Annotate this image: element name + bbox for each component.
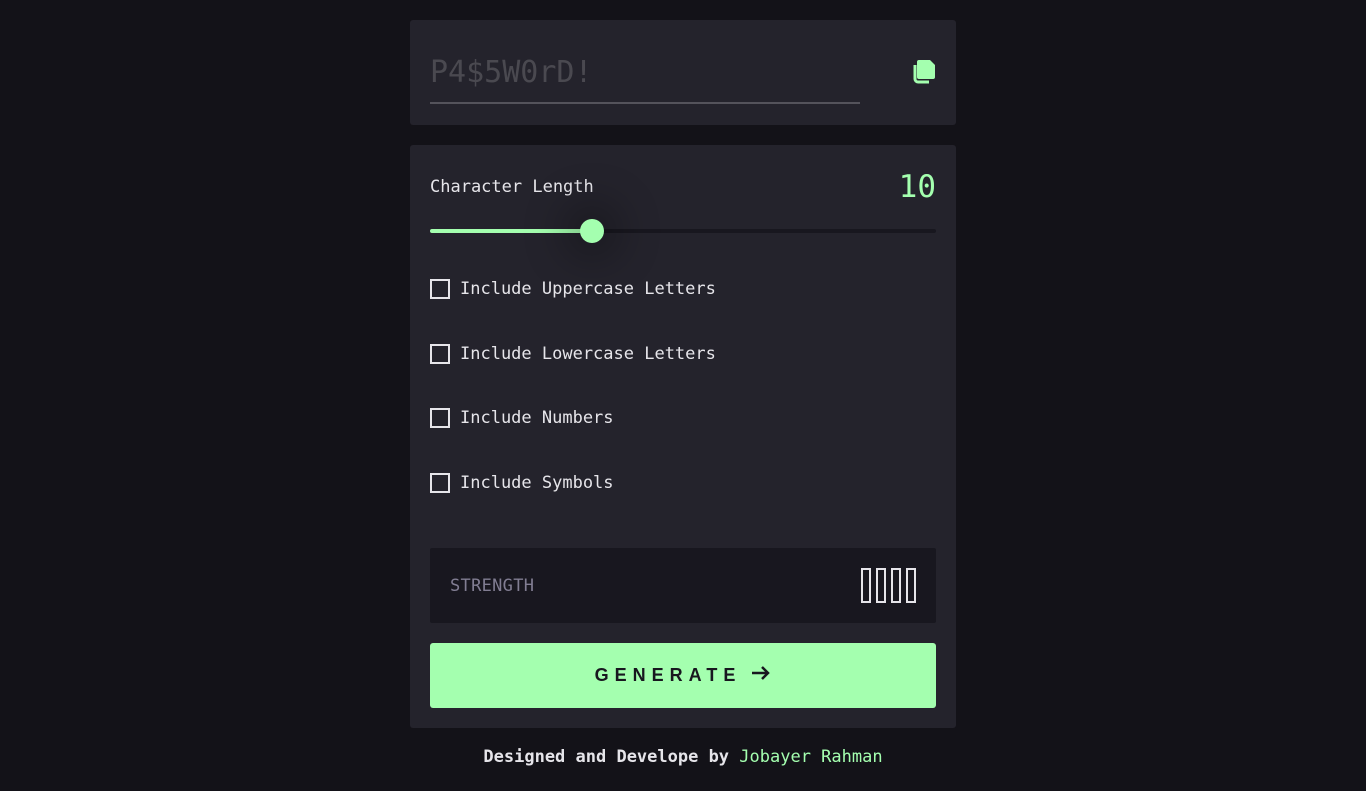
strength-bar xyxy=(891,568,901,603)
strength-bar xyxy=(861,568,871,603)
checkbox[interactable] xyxy=(430,472,450,493)
generate-button[interactable]: GENERATE xyxy=(430,643,936,708)
strength-bar xyxy=(876,568,886,603)
arrow-right-icon xyxy=(751,665,771,686)
checkbox[interactable] xyxy=(430,343,450,364)
footer-prefix: Designed and Develope by xyxy=(483,747,730,767)
options-list: Include Uppercase Letters Include Lowerc… xyxy=(430,277,936,495)
length-label: Character Length xyxy=(430,177,594,197)
footer-author-link[interactable]: Jobayer Rahman xyxy=(739,747,882,767)
option-symbols[interactable]: Include Symbols xyxy=(430,471,936,495)
length-row: Character Length 10 xyxy=(430,169,936,205)
length-value: 10 xyxy=(898,169,936,205)
checkbox[interactable] xyxy=(430,279,450,299)
copy-button[interactable] xyxy=(908,56,940,88)
generate-label: GENERATE xyxy=(594,665,742,685)
option-numbers[interactable]: Include Numbers xyxy=(430,406,936,430)
password-generator: Character Length 10 Include Uppercase Le… xyxy=(410,20,956,728)
option-label: Include Lowercase Letters xyxy=(460,343,716,364)
option-uppercase[interactable]: Include Uppercase Letters xyxy=(430,277,936,301)
strength-bars xyxy=(861,568,916,603)
settings-panel: Character Length 10 Include Uppercase Le… xyxy=(410,145,956,728)
slider-fill xyxy=(430,229,592,233)
strength-label: STRENGTH xyxy=(450,575,535,596)
length-slider[interactable] xyxy=(430,217,936,245)
option-lowercase[interactable]: Include Lowercase Letters xyxy=(430,342,936,366)
slider-thumb[interactable] xyxy=(579,219,604,243)
option-label: Include Uppercase Letters xyxy=(460,279,716,299)
strength-bar xyxy=(906,568,916,603)
copy-icon xyxy=(910,57,938,88)
option-label: Include Symbols xyxy=(460,472,614,493)
footer: Designed and Develope by Jobayer Rahman xyxy=(0,747,1366,767)
password-output-field[interactable] xyxy=(430,54,860,104)
checkbox[interactable] xyxy=(430,408,450,428)
password-output-panel xyxy=(410,20,956,125)
option-label: Include Numbers xyxy=(460,408,614,428)
strength-meter: STRENGTH xyxy=(430,548,936,623)
